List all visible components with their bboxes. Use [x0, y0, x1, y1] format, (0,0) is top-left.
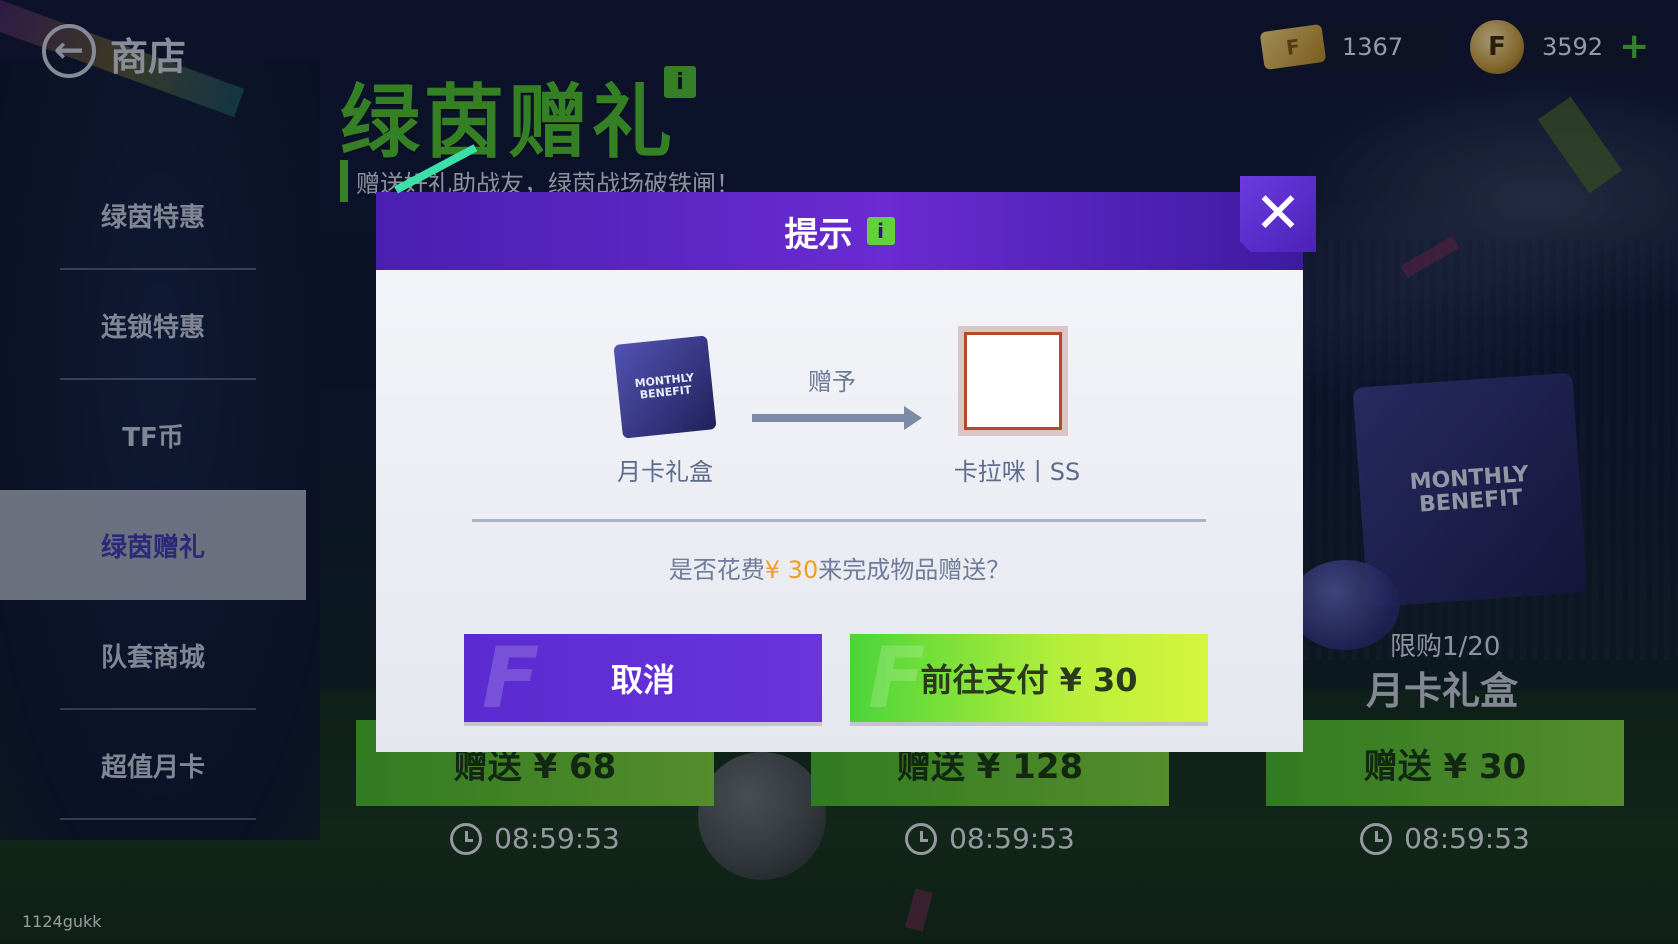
question-prefix: 是否花费 — [668, 556, 765, 584]
pay-label: 前往支付 ¥ 30 — [920, 661, 1138, 699]
friend-avatar — [958, 326, 1068, 436]
arrow-right-icon — [752, 414, 908, 422]
info-icon[interactable]: i — [866, 217, 895, 245]
question-suffix: 来完成物品赠送？ — [818, 556, 1011, 584]
arrow-head — [904, 406, 922, 430]
monthly-benefit-item-icon: MONTHLY BENEFIT — [613, 335, 717, 439]
gift-confirm-dialog: 提示 i ✕ MONTHLY BENEFIT 月卡礼盒 赠予 卡拉咪丨SS 是否… — [376, 144, 1316, 752]
cancel-label: 取消 — [610, 661, 675, 699]
cancel-button[interactable]: F 取消 — [464, 634, 822, 722]
divider — [472, 519, 1206, 522]
button-emblem: F — [868, 629, 926, 727]
dialog-title: 提示 — [784, 214, 853, 255]
pay-button[interactable]: F 前往支付 ¥ 30 — [850, 634, 1208, 722]
close-icon[interactable]: ✕ — [1240, 176, 1316, 252]
item-name: 月卡礼盒 — [617, 458, 713, 486]
button-emblem: F — [482, 629, 540, 727]
give-label: 赠予 — [808, 368, 856, 396]
dialog-header: 提示 i — [376, 144, 1303, 270]
dialog-body: MONTHLY BENEFIT 月卡礼盒 赠予 卡拉咪丨SS 是否花费¥ 30来… — [376, 270, 1303, 752]
item-art-text: MONTHLY BENEFIT — [634, 370, 695, 402]
friend-name: 卡拉咪丨SS — [953, 458, 1081, 486]
confirm-question: 是否花费¥ 30来完成物品赠送？ — [376, 550, 1303, 585]
question-price: ¥ 30 — [764, 556, 819, 584]
